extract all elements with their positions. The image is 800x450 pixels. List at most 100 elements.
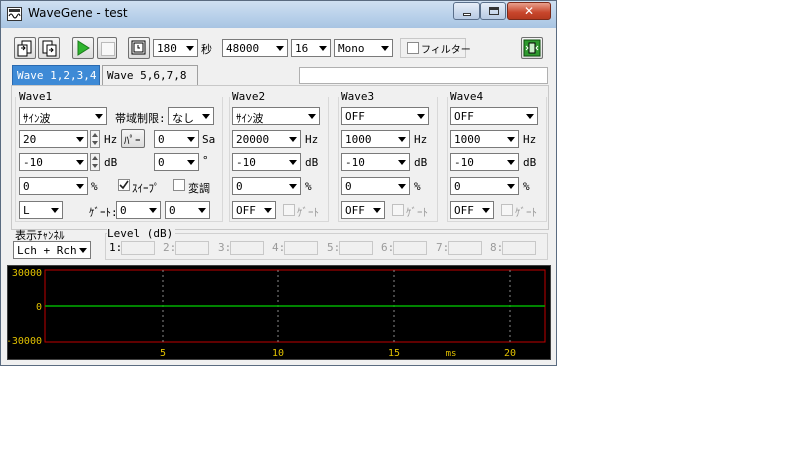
maximize-button[interactable] — [480, 2, 506, 20]
wave4-level-select[interactable]: -10 — [450, 153, 519, 171]
open-file-button[interactable] — [14, 37, 36, 59]
modulation-checkbox[interactable] — [173, 179, 185, 191]
gate-label: ｹﾞｰﾄ: — [89, 206, 118, 219]
wave3-level-value: -10 — [345, 156, 365, 169]
save-file-button[interactable] — [38, 37, 60, 59]
level-meter-8 — [502, 241, 536, 255]
wave3-title: Wave3 — [341, 90, 375, 103]
param-button-label: ﾊﾟｰ — [124, 134, 141, 147]
wave1-offset-select[interactable]: 0 — [19, 177, 88, 195]
wave1-level-spinner[interactable] — [90, 153, 100, 171]
sweep-checkbox[interactable] — [118, 179, 130, 191]
play-button[interactable] — [72, 37, 94, 59]
sa-select[interactable]: 0 — [154, 130, 199, 148]
wave1-frequency-unit: Hz — [104, 133, 118, 146]
minimize-button[interactable] — [453, 2, 480, 20]
bit-depth-select[interactable]: 16 — [291, 39, 331, 57]
wave1-frequency-spinner[interactable] — [90, 130, 100, 148]
duration-value: 180 — [157, 42, 177, 55]
wave4-offset-select[interactable]: 0 — [450, 177, 519, 195]
chevron-down-icon — [51, 208, 59, 213]
wave2-title: Wave2 — [232, 90, 266, 103]
gate-b-value: 0 — [169, 204, 176, 217]
chevron-down-icon — [398, 184, 406, 189]
wave2-gate-checkbox[interactable] — [283, 204, 295, 216]
sample-rate-select[interactable]: 48000 — [222, 39, 288, 57]
comment-field[interactable] — [299, 67, 548, 84]
wave3-level-select[interactable]: -10 — [341, 153, 410, 171]
maximize-icon — [489, 7, 499, 15]
band-limit-select[interactable]: なし — [168, 107, 214, 125]
chevron-down-icon — [526, 114, 534, 119]
wave2-waveform-value: ｻｲﾝ波 — [236, 112, 264, 125]
param-button[interactable]: ﾊﾟｰ — [121, 129, 145, 148]
wave1-frequency-value: 20 — [23, 133, 37, 146]
display-channel-value: Lch + Rch — [17, 244, 77, 257]
wave2-gate-label: ｹﾞｰﾄ — [297, 206, 319, 219]
window-title: WaveGene - test — [28, 6, 128, 20]
checkmark-icon — [119, 180, 129, 190]
chevron-down-icon — [482, 208, 490, 213]
wave4-frequency-select[interactable]: 1000 — [450, 130, 519, 148]
wave3-waveform-select[interactable]: OFF — [341, 107, 429, 125]
close-button[interactable]: ✕ — [507, 2, 551, 20]
wave1-level-value: -10 — [23, 156, 43, 169]
app-icon[interactable] — [7, 7, 22, 21]
title-bar[interactable]: WaveGene - test ✕ — [1, 1, 556, 28]
duration-button[interactable] — [128, 37, 150, 59]
display-channel-select[interactable]: Lch + Rch — [13, 241, 91, 259]
filter-checkbox[interactable] — [407, 42, 419, 54]
level-meter-4 — [284, 241, 318, 255]
level-meter-2 — [175, 241, 209, 255]
channels-select[interactable]: Mono — [334, 39, 393, 57]
filter-label: フィルター — [421, 45, 471, 56]
wave4-gate-select[interactable]: OFF — [450, 201, 494, 219]
wave1-channel-select[interactable]: L — [19, 201, 63, 219]
tab-wave-1-4[interactable]: Wave 1,2,3,4 — [12, 65, 100, 85]
chevron-down-icon — [507, 137, 515, 142]
wave2-level-value: -10 — [236, 156, 256, 169]
gate-b-select[interactable]: 0 — [165, 201, 210, 219]
stop-button[interactable] — [97, 37, 117, 59]
x-unit-label: ms — [446, 349, 457, 359]
chevron-down-icon — [319, 46, 327, 51]
wave3-frequency-select[interactable]: 1000 — [341, 130, 410, 148]
chevron-down-icon — [95, 114, 103, 119]
wave2-offset-unit: % — [305, 180, 312, 193]
chevron-down-icon — [76, 184, 84, 189]
wave3-offset-select[interactable]: 0 — [341, 177, 410, 195]
tab-wave-5-8[interactable]: Wave 5,6,7,8 — [102, 65, 198, 85]
wave2-waveform-select[interactable]: ｻｲﾝ波 — [232, 107, 320, 125]
chevron-down-icon — [198, 208, 206, 213]
wave2-frequency-value: 20000 — [236, 133, 270, 146]
level-meter-1 — [121, 241, 155, 255]
duration-select[interactable]: 180 — [153, 39, 198, 57]
chevron-down-icon — [507, 160, 515, 165]
wave2-gate-select[interactable]: OFF — [232, 201, 276, 219]
wave1-waveform-select[interactable]: ｻｲﾝ波 — [19, 107, 107, 125]
wave2-level-select[interactable]: -10 — [232, 153, 301, 171]
bit-depth-value: 16 — [295, 42, 309, 55]
chevron-down-icon — [381, 46, 389, 51]
chevron-down-icon — [398, 137, 406, 142]
channels-value: Mono — [338, 42, 365, 55]
chevron-down-icon — [202, 114, 210, 119]
wave4-frequency-value: 1000 — [454, 133, 481, 146]
wave1-offset-value: 0 — [23, 180, 30, 193]
monitor-button[interactable] — [521, 37, 543, 59]
phase-select[interactable]: 0 — [154, 153, 199, 171]
wave4-waveform-select[interactable]: OFF — [450, 107, 538, 125]
wave3-gate-checkbox[interactable] — [392, 204, 404, 216]
wave1-level-select[interactable]: -10 — [19, 153, 88, 171]
wave4-gate-checkbox[interactable] — [501, 204, 513, 216]
gate-a-select[interactable]: 0 — [116, 201, 161, 219]
stop-icon — [101, 42, 115, 56]
phase-unit: ° — [202, 154, 209, 167]
wave1-frequency-select[interactable]: 20 — [19, 130, 88, 148]
wave3-gate-select[interactable]: OFF — [341, 201, 385, 219]
chevron-down-icon — [289, 184, 297, 189]
y-label-min: -30000 — [8, 336, 42, 347]
wave2-offset-select[interactable]: 0 — [232, 177, 301, 195]
wave2-frequency-select[interactable]: 20000 — [232, 130, 301, 148]
wave3-waveform-value: OFF — [345, 110, 365, 123]
